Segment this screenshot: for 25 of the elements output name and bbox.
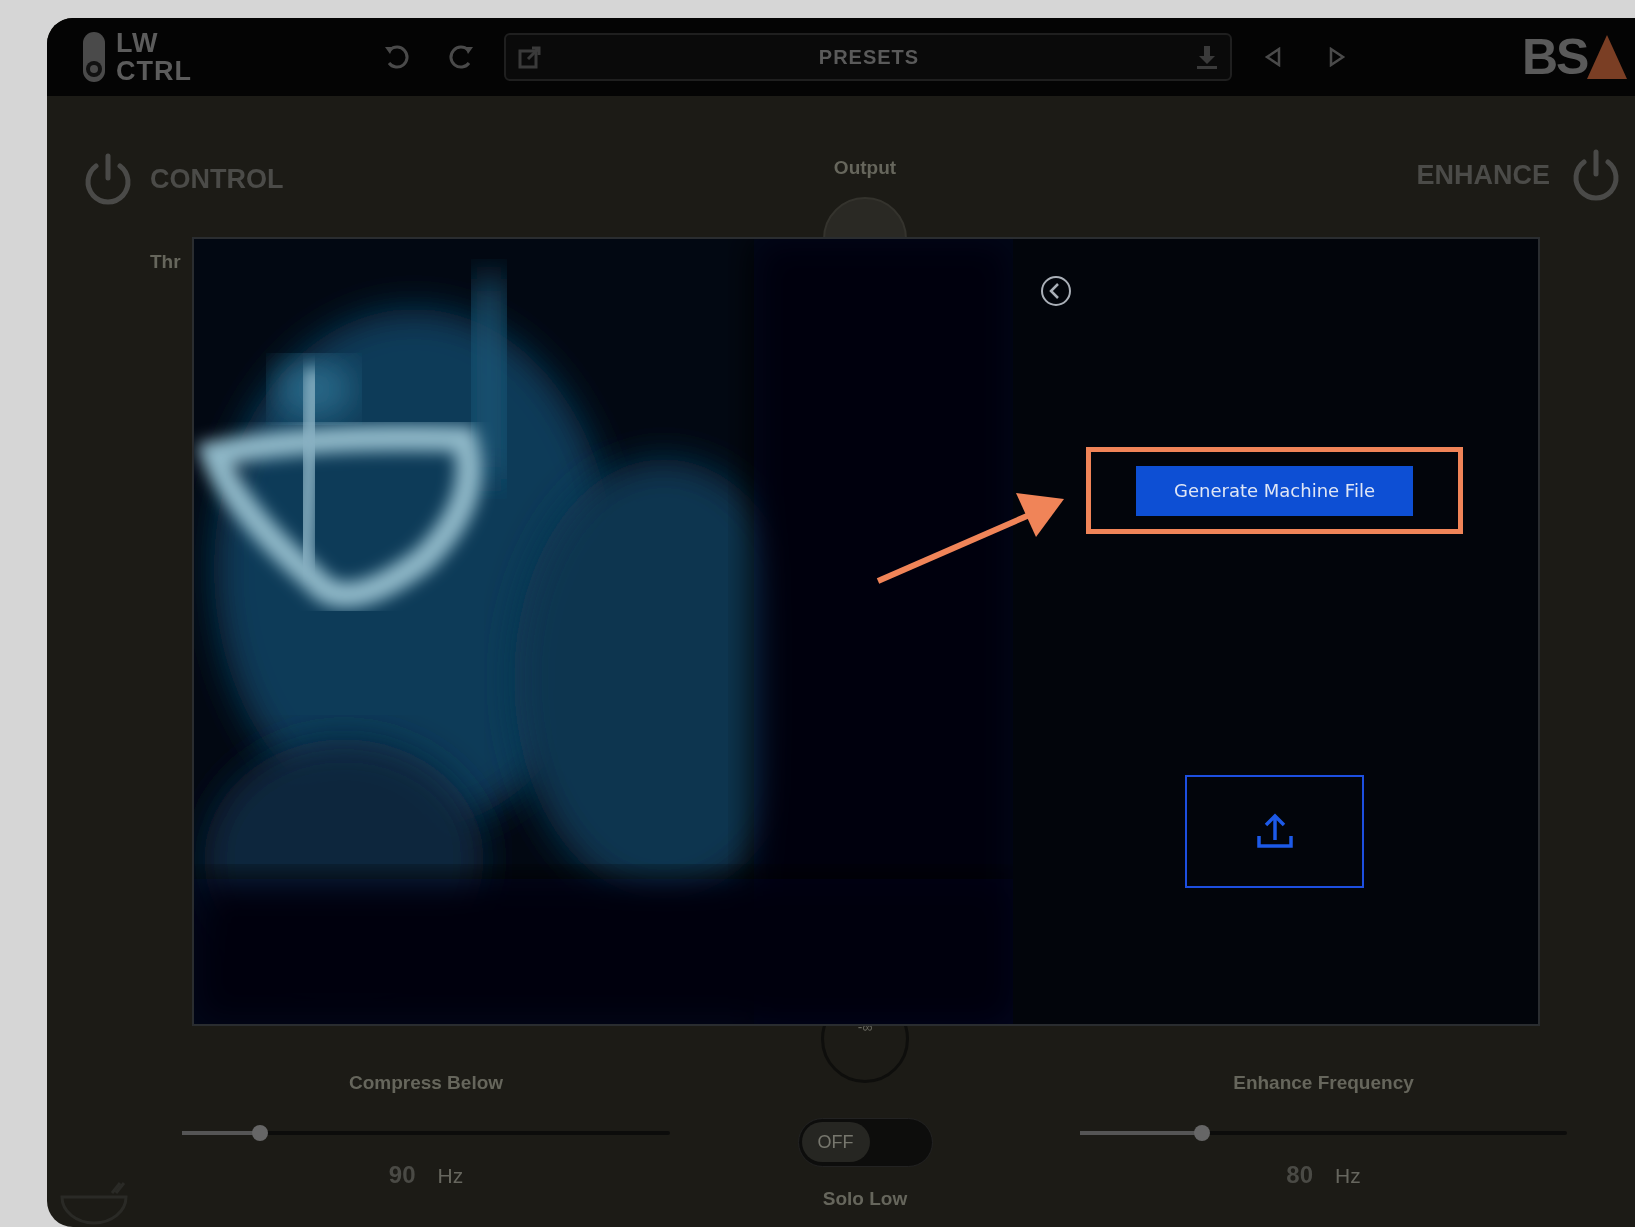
- brand-logo: BS: [1522, 32, 1588, 82]
- triangle-logo-icon: [1587, 35, 1628, 79]
- threshold-label: Thr: [150, 251, 181, 272]
- slider-thumb[interactable]: [252, 1125, 269, 1141]
- external-link-icon[interactable]: [518, 45, 542, 69]
- next-icon[interactable]: [1328, 47, 1346, 67]
- unit-label: Hz: [437, 1163, 464, 1189]
- presets-label: PRESETS: [817, 45, 921, 70]
- logo-text: LW CTRL: [116, 29, 192, 85]
- unit-label: Hz: [1335, 1163, 1361, 1189]
- presets-field[interactable]: PRESETS: [504, 33, 1232, 81]
- back-icon[interactable]: [1040, 275, 1072, 307]
- slider-track[interactable]: [182, 1125, 670, 1141]
- solo-label: Solo Low: [822, 1186, 908, 1211]
- save-icon[interactable]: [1196, 44, 1218, 70]
- slider-label: Compress Below: [348, 1071, 504, 1093]
- output-label: Output: [833, 156, 897, 180]
- slider-thumb[interactable]: [1193, 1125, 1210, 1141]
- toggle-icon: [82, 31, 106, 83]
- slider-label: Enhance Frequency: [1233, 1071, 1414, 1093]
- previous-icon[interactable]: [1264, 47, 1282, 67]
- generate-button[interactable]: Generate Machine File: [1136, 465, 1413, 516]
- slider-track[interactable]: [1080, 1125, 1567, 1141]
- upload-button[interactable]: [1185, 775, 1364, 888]
- solo-toggle[interactable]: OFF: [797, 1117, 933, 1167]
